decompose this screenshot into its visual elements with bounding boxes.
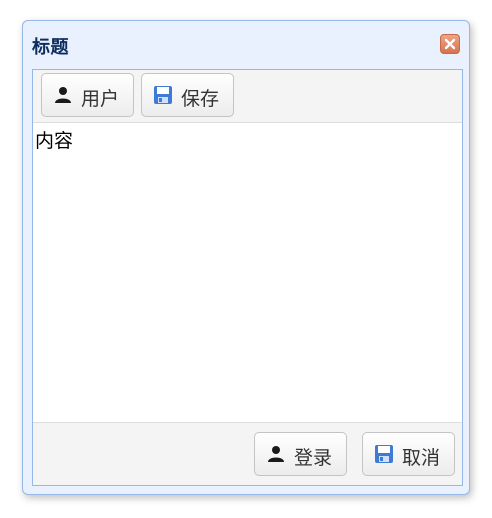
login-button[interactable]: 登录 [254, 432, 347, 476]
cancel-button[interactable]: 取消 [362, 432, 455, 476]
save-button[interactable]: 保存 [141, 73, 234, 117]
save-icon [375, 445, 393, 463]
save-button-label: 保存 [181, 88, 220, 110]
content-text: 内容 [35, 130, 74, 152]
toolbar: 用户 保存 [33, 70, 462, 123]
save-icon [154, 86, 172, 104]
user-icon [55, 87, 71, 103]
dialog-footer: 登录 取消 [33, 422, 462, 485]
close-button[interactable] [440, 34, 460, 54]
login-button-label: 登录 [294, 447, 333, 469]
dialog-window: 标题 用户 保存 内容 登录 取消 [22, 20, 470, 495]
user-button[interactable]: 用户 [41, 73, 134, 117]
close-icon [444, 38, 456, 50]
content-area: 内容 [33, 123, 462, 423]
dialog-panel: 用户 保存 内容 登录 取消 [32, 69, 463, 486]
cancel-button-label: 取消 [402, 447, 441, 469]
user-button-label: 用户 [81, 88, 120, 110]
dialog-titlebar[interactable]: 标题 [23, 21, 469, 69]
user-icon [268, 446, 284, 462]
dialog-title: 标题 [32, 37, 69, 58]
